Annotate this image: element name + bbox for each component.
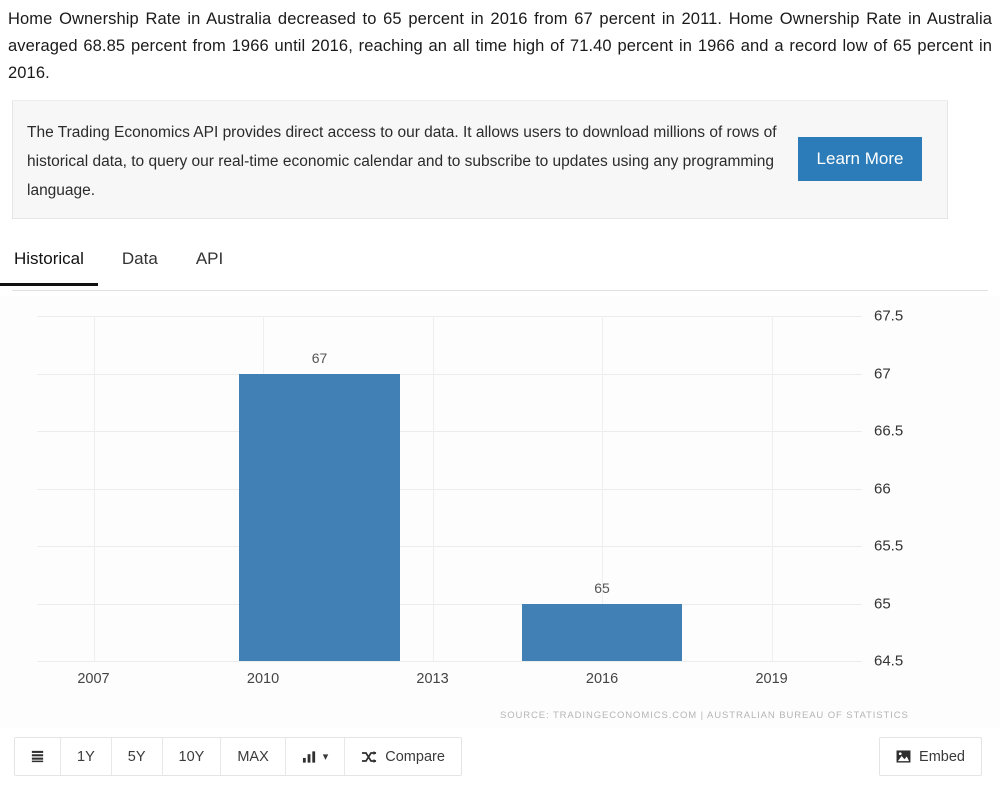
chart-plot-area: 67 65	[37, 316, 862, 662]
embed-button[interactable]: Embed	[879, 737, 982, 776]
x-axis-tick-label: 2016	[585, 671, 619, 687]
tab-bar: Historical Data API	[0, 243, 988, 291]
image-icon	[896, 750, 911, 763]
summary-paragraph: Home Ownership Rate in Australia decreas…	[8, 10, 992, 82]
chart-toolbar: 1Y 5Y 10Y MAX ▾ Compare	[14, 737, 462, 776]
chart-bar[interactable]	[521, 603, 683, 661]
tab-api[interactable]: API	[194, 243, 225, 285]
learn-more-button[interactable]: Learn More	[798, 137, 922, 181]
gridline-horizontal	[37, 373, 862, 375]
gridline-horizontal	[37, 546, 862, 547]
gridline-horizontal	[37, 603, 862, 605]
y-axis-tick-label: 66.5	[874, 422, 904, 440]
y-axis-tick-label: 65	[874, 595, 891, 612]
gridline-vertical	[93, 316, 95, 661]
x-axis-tick-label: 2019	[755, 671, 788, 687]
list-icon-glyph	[30, 749, 45, 764]
bar-value-label: 65	[594, 579, 610, 596]
range-5y-button[interactable]: 5Y	[111, 738, 163, 775]
shuffle-icon	[361, 750, 377, 764]
x-axis-tick-label: 2007	[77, 671, 110, 687]
chart-type-dropdown[interactable]: ▾	[285, 738, 346, 775]
y-axis-tick-label: 64.5	[874, 652, 904, 670]
page-root: Home Ownership Rate in Australia decreas…	[0, 0, 1000, 802]
tab-historical[interactable]: Historical	[0, 243, 98, 286]
gridline-vertical	[432, 316, 434, 661]
chart-type-caret-icon: ▾	[322, 751, 329, 763]
compare-button[interactable]: Compare	[345, 738, 461, 775]
chart-container[interactable]: 67 65 67.5 67 66.5 66 65.5 65 64.5 2007 2010 2013…	[0, 296, 1000, 728]
gridline-vertical	[771, 316, 773, 661]
list-icon[interactable]	[15, 738, 61, 775]
api-promo-box: The Trading Economics API provides direc…	[12, 100, 948, 219]
embed-label: Embed	[919, 748, 965, 765]
y-axis-tick-label: 66	[874, 480, 891, 497]
y-axis-tick-label: 67	[874, 365, 891, 382]
gridline-horizontal	[37, 431, 862, 432]
gridline-horizontal	[37, 488, 862, 490]
api-promo-text: The Trading Economics API provides direc…	[27, 124, 777, 199]
chart-source-attribution: SOURCE: TRADINGECONOMICS.COM | AUSTRALIA…	[500, 710, 909, 721]
range-1y-button[interactable]: 1Y	[61, 738, 112, 775]
gridline-horizontal	[37, 661, 862, 662]
chart-bar[interactable]	[239, 373, 400, 661]
bar-value-label: 67	[311, 349, 328, 366]
x-axis-tick-label: 2010	[246, 671, 280, 687]
bar-chart-icon	[302, 750, 317, 764]
tab-data[interactable]: Data	[120, 243, 160, 285]
range-max-button[interactable]: MAX	[221, 738, 286, 775]
y-axis-tick-label: 67.5	[874, 307, 904, 325]
x-axis-tick-label: 2013	[416, 671, 449, 687]
y-axis-tick-label: 65.5	[874, 537, 904, 555]
range-10y-button[interactable]: 10Y	[162, 738, 222, 775]
gridline-horizontal	[37, 316, 862, 317]
compare-label: Compare	[385, 748, 445, 765]
